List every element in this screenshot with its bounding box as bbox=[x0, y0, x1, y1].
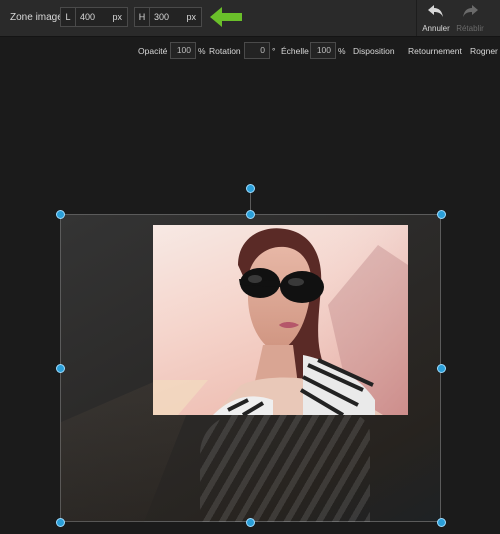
rotate-handle[interactable] bbox=[246, 184, 255, 193]
disposition-button[interactable]: Disposition bbox=[353, 46, 395, 56]
opacity-input[interactable]: 100 bbox=[170, 42, 196, 59]
crop-button[interactable]: Rogner bbox=[470, 46, 498, 56]
redo-icon bbox=[461, 5, 479, 22]
resize-handle-top-right[interactable] bbox=[437, 210, 446, 219]
height-value[interactable]: 300 bbox=[154, 8, 169, 26]
toolbar-divider bbox=[416, 0, 417, 36]
redo-label: Rétablir bbox=[456, 24, 484, 33]
resize-handle-right[interactable] bbox=[437, 364, 446, 373]
width-value[interactable]: 400 bbox=[80, 8, 95, 26]
height-prefix: H bbox=[135, 8, 150, 26]
flip-button[interactable]: Retournement bbox=[408, 46, 462, 56]
rotation-input[interactable]: 0 bbox=[244, 42, 270, 59]
resize-handle-bottom[interactable] bbox=[246, 518, 255, 527]
resize-handle-top-left[interactable] bbox=[56, 210, 65, 219]
opacity-unit: % bbox=[198, 46, 206, 56]
scale-label: Échelle bbox=[281, 46, 309, 56]
width-field[interactable]: L 400 px bbox=[60, 7, 128, 27]
fashion-photo[interactable] bbox=[153, 225, 408, 415]
width-prefix: L bbox=[61, 8, 76, 26]
resize-handle-left[interactable] bbox=[56, 364, 65, 373]
height-field[interactable]: H 300 px bbox=[134, 7, 202, 27]
height-unit: px bbox=[186, 12, 196, 22]
scale-input[interactable]: 100 bbox=[310, 42, 336, 59]
scale-unit: % bbox=[338, 46, 346, 56]
top-toolbar: Zone image : L 400 px H 300 px Annuler R… bbox=[0, 0, 500, 37]
transform-toolbar: Opacité 100 % Rotation 0 ° Échelle 100 %… bbox=[0, 40, 500, 62]
pointer-arrow-icon bbox=[206, 4, 246, 35]
resize-handle-bottom-right[interactable] bbox=[437, 518, 446, 527]
rotation-unit: ° bbox=[272, 46, 276, 56]
redo-button[interactable]: Rétablir bbox=[452, 4, 488, 33]
rotation-label: Rotation bbox=[209, 46, 241, 56]
resize-handle-top[interactable] bbox=[246, 210, 255, 219]
resize-handle-bottom-left[interactable] bbox=[56, 518, 65, 527]
opacity-label: Opacité bbox=[138, 46, 168, 56]
undo-icon bbox=[427, 5, 445, 22]
width-unit: px bbox=[112, 12, 122, 22]
ghost-overflow-image bbox=[200, 414, 370, 522]
undo-label: Annuler bbox=[422, 24, 450, 33]
undo-button[interactable]: Annuler bbox=[418, 4, 454, 33]
